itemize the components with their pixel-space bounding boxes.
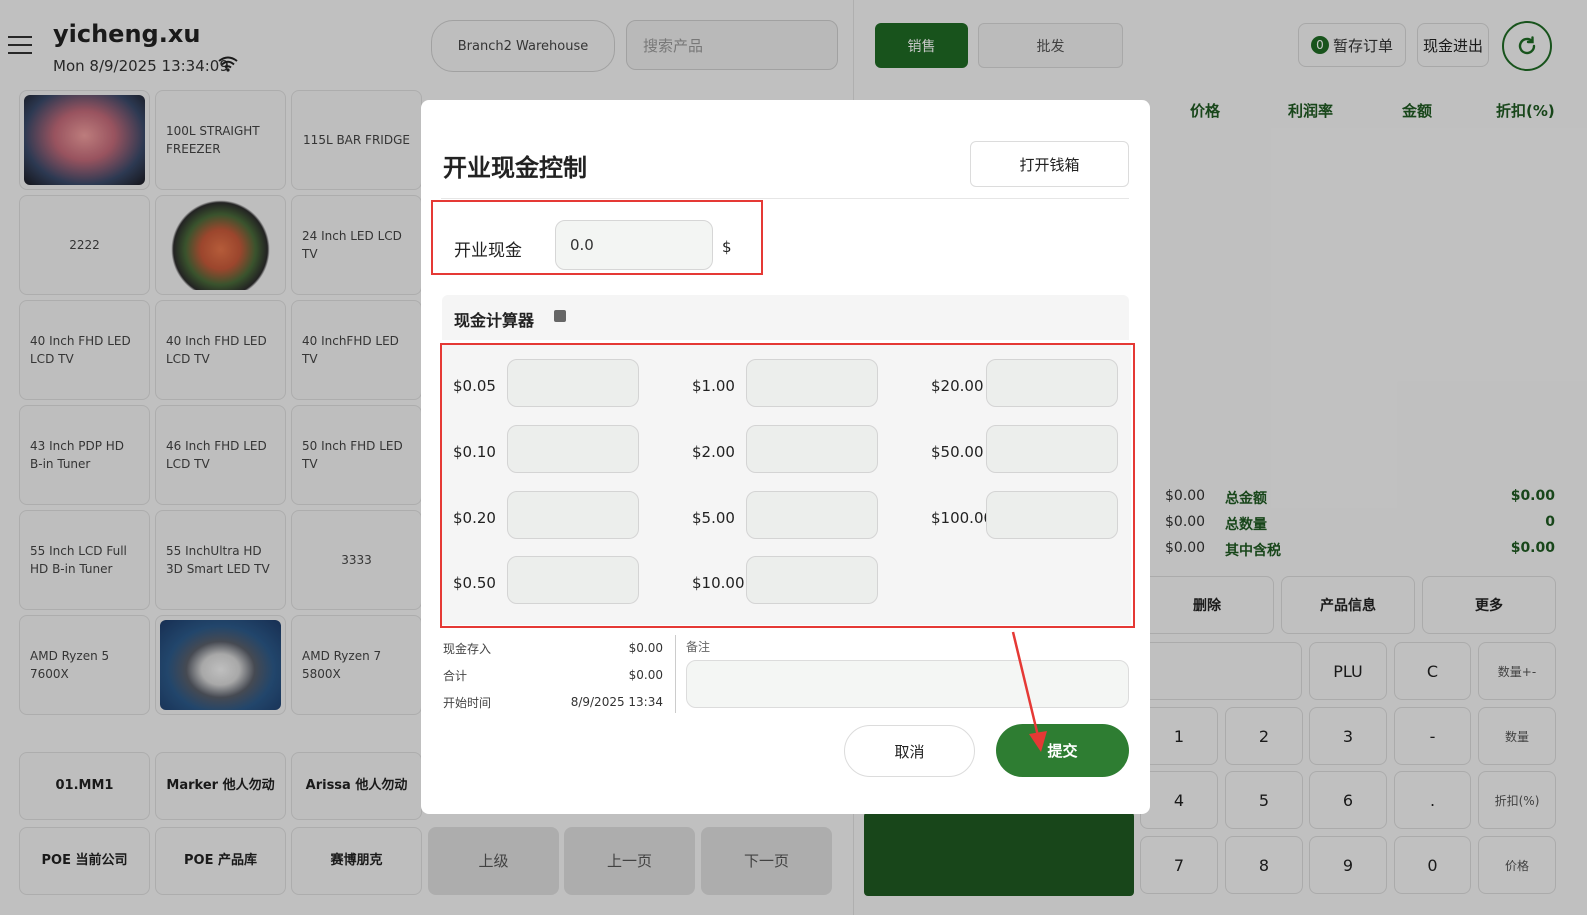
opening-cash-dialog: 开业现金控制 打开钱箱 开业现金 $ 现金计算器 $0.05 $0.10 $0.… <box>421 100 1150 814</box>
cash-calculator-header: 现金计算器 <box>442 295 1129 340</box>
denomination-label: $50.00 <box>931 443 984 461</box>
note-input[interactable] <box>686 660 1129 708</box>
opening-cash-input[interactable] <box>555 220 713 270</box>
denomination-label: $10.00 <box>692 574 745 592</box>
cash-deposit-value: $0.00 <box>628 641 663 655</box>
total-value: $0.00 <box>628 668 663 682</box>
open-cash-drawer-button[interactable]: 打开钱箱 <box>970 141 1129 187</box>
divider <box>441 198 1129 199</box>
denomination-input[interactable] <box>507 425 639 473</box>
dialog-title: 开业现金控制 <box>443 154 587 182</box>
denomination-label: $0.20 <box>453 509 496 527</box>
denomination-input[interactable] <box>746 491 878 539</box>
divider <box>675 635 676 713</box>
opening-cash-label: 开业现金 <box>454 241 522 261</box>
denomination-label: $0.05 <box>453 377 496 395</box>
denomination-input[interactable] <box>986 425 1118 473</box>
denomination-label: $1.00 <box>692 377 735 395</box>
cash-deposit-label: 现金存入 <box>443 642 492 656</box>
start-time-value: 8/9/2025 13:34 <box>570 695 663 709</box>
denomination-input[interactable] <box>986 359 1118 407</box>
denomination-label: $20.00 <box>931 377 984 395</box>
denomination-input[interactable] <box>507 359 639 407</box>
currency-symbol: $ <box>722 238 732 256</box>
denomination-input[interactable] <box>507 556 639 604</box>
denomination-label: $2.00 <box>692 443 735 461</box>
denomination-label: $5.00 <box>692 509 735 527</box>
start-time-label: 开始时间 <box>443 696 492 710</box>
pos-screen: yicheng.xu Mon 8/9/2025 13:34:09 Branch2… <box>0 0 1587 915</box>
denomination-label: $0.50 <box>453 574 496 592</box>
denomination-input[interactable] <box>986 491 1118 539</box>
denomination-input[interactable] <box>746 425 878 473</box>
denomination-input[interactable] <box>746 556 878 604</box>
denomination-label: $0.10 <box>453 443 496 461</box>
cancel-button[interactable]: 取消 <box>844 725 975 777</box>
denomination-label: $100.00 <box>931 509 994 527</box>
total-label: 合计 <box>443 669 468 683</box>
note-label: 备注 <box>686 640 711 654</box>
calculator-icon[interactable] <box>554 310 566 322</box>
cash-calculator-title: 现金计算器 <box>454 311 535 330</box>
denomination-input[interactable] <box>746 359 878 407</box>
submit-button[interactable]: 提交 <box>996 724 1129 777</box>
denomination-input[interactable] <box>507 491 639 539</box>
